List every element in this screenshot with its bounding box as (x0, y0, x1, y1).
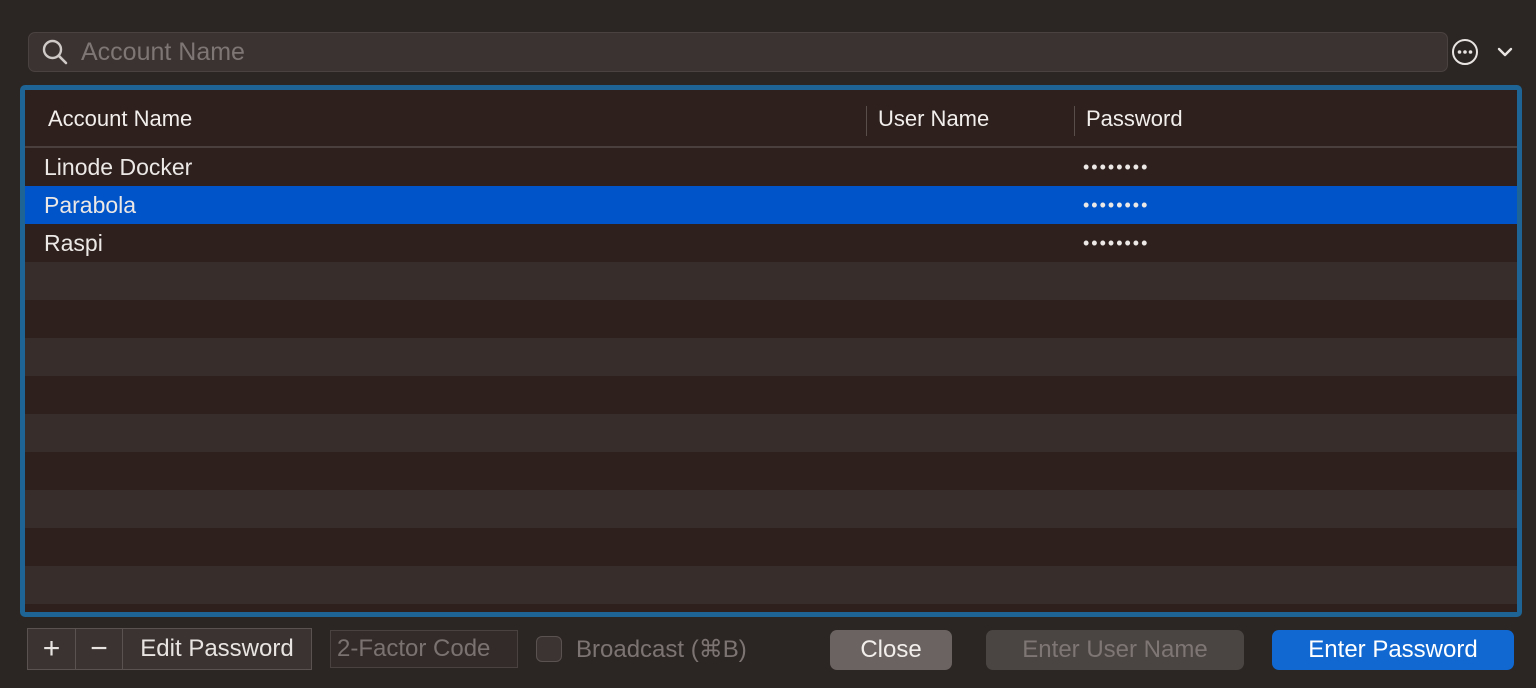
empty-row (25, 528, 1517, 566)
broadcast-label: Broadcast (⌘B) (576, 635, 747, 663)
table-body: Linode Docker •••••••• Parabola ••••••••… (25, 148, 1517, 604)
empty-row (25, 262, 1517, 300)
header-account-name[interactable]: Account Name (48, 90, 192, 148)
header-password[interactable]: Password (1086, 90, 1183, 148)
cell-account-name: Parabola (44, 191, 137, 218)
column-divider[interactable] (866, 106, 867, 136)
ellipsis-circle-icon[interactable] (1451, 38, 1479, 66)
column-divider[interactable] (1074, 106, 1075, 136)
table-row[interactable]: Raspi •••••••• (25, 224, 1517, 262)
cell-password: •••••••• (1083, 156, 1150, 177)
cell-password: •••••••• (1083, 232, 1150, 253)
bottom-bar: + − Edit Password Broadcast (⌘B) Close E… (0, 628, 1536, 672)
search-icon (29, 32, 81, 72)
accounts-table[interactable]: Account Name User Name Password Linode D… (20, 85, 1522, 617)
empty-row (25, 490, 1517, 528)
enter-password-button[interactable]: Enter Password (1272, 630, 1514, 670)
enter-user-name-button[interactable]: Enter User Name (986, 630, 1244, 670)
checkbox-box[interactable] (536, 636, 562, 662)
search-input[interactable] (81, 33, 1447, 71)
empty-row (25, 376, 1517, 414)
table-row[interactable]: Linode Docker •••••••• (25, 148, 1517, 186)
add-account-button[interactable]: + (28, 629, 76, 669)
empty-row (25, 300, 1517, 338)
remove-account-button[interactable]: − (76, 629, 123, 669)
empty-row (25, 566, 1517, 604)
chevron-down-icon[interactable] (1494, 42, 1516, 62)
two-factor-code-field[interactable] (330, 630, 518, 668)
empty-row (25, 452, 1517, 490)
broadcast-checkbox[interactable]: Broadcast (⌘B) (536, 632, 747, 666)
table-row-selected[interactable]: Parabola •••••••• (25, 186, 1517, 224)
table-header: Account Name User Name Password (25, 90, 1517, 148)
search-field[interactable] (28, 32, 1448, 72)
empty-row (25, 414, 1517, 452)
row-actions-segmented-control: + − Edit Password (27, 628, 312, 670)
cell-password: •••••••• (1083, 194, 1150, 215)
close-button[interactable]: Close (830, 630, 952, 670)
password-manager-window: Account Name User Name Password Linode D… (0, 0, 1536, 688)
empty-row (25, 338, 1517, 376)
cell-account-name: Linode Docker (44, 153, 193, 180)
cell-account-name: Raspi (44, 229, 103, 256)
header-user-name[interactable]: User Name (878, 90, 989, 148)
edit-password-button[interactable]: Edit Password (123, 629, 311, 669)
